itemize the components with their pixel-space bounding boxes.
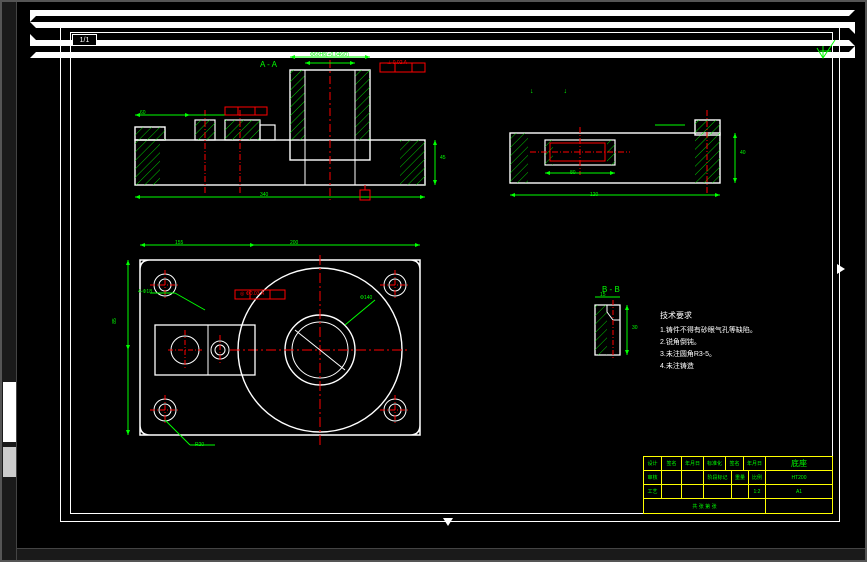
drawing-canvas[interactable]: 1/1 A - A (30, 10, 855, 540)
title-block: 设计 签名 年月日 标准化 签名 年月日 底座 审核 阶段标记 重量 比例 HT… (643, 456, 833, 514)
note-3: 3.未注圆角R3-5。 (660, 349, 757, 361)
tb-sign2: 签名 (726, 457, 744, 470)
tech-notes: 技术要求 1.铸件不得有砂眼气孔等缺陷。 2.锐角倒钝。 3.未注圆角R3-5。… (660, 310, 757, 373)
note-4: 4.未注铸造 (660, 361, 757, 373)
tol-t1: ⊥ 0.02 A (387, 60, 407, 66)
layout-tab-model[interactable] (3, 382, 16, 442)
note-2: 2.锐角倒钝。 (660, 337, 757, 349)
dim-mid-w: 200 (290, 240, 298, 246)
dim-right-h: 40 (740, 150, 746, 156)
dim-r: R20 (195, 442, 204, 448)
tb-proc-lbl: 工艺 (644, 485, 662, 498)
tb-date2: 年月日 (744, 457, 766, 470)
tb-std-lbl: 标准化 (704, 457, 726, 470)
dim-mid-h: 45 (440, 155, 446, 161)
tb-drawing-no: A1 (766, 485, 832, 498)
view-side-section (500, 115, 770, 215)
scrollbar-horizontal[interactable] (17, 548, 865, 560)
dim-bot-w: 340 (260, 192, 268, 198)
dim-det-w: 15 (600, 292, 606, 298)
tb-part-name: 底座 (766, 457, 832, 470)
dim-phi1: Φ140 (360, 295, 372, 301)
tol-t3: ◎ Φ0.03 A (240, 291, 264, 297)
tb-date1: 年月日 (682, 457, 704, 470)
layout-tab-paper[interactable] (3, 447, 16, 477)
view-detail-bb (585, 300, 645, 370)
tb-sheet: 共 张 第 张 (644, 499, 766, 513)
dim-left-w1: 60 (140, 110, 146, 116)
section-arrows-top: ↓↓ (530, 88, 567, 95)
dim-top-w1: Φ60H8(+0.046/0) (310, 52, 349, 58)
tb-check-lbl: 审核 (644, 471, 662, 484)
tb-design-lbl: 设计 (644, 457, 662, 470)
note-1: 1.铸件不得有砂眼气孔等缺陷。 (660, 325, 757, 337)
scrollbar-vertical[interactable] (2, 2, 17, 560)
dim-right-w: 120 (590, 192, 598, 198)
notes-title: 技术要求 (660, 310, 757, 322)
tb-material: HT200 (766, 471, 832, 484)
tb-scale-val: 1:2 (749, 485, 766, 498)
dim-top-h1: 85 (112, 318, 118, 324)
dim-det-h: 30 (632, 325, 638, 331)
dim-bot-w2: 155 (175, 240, 183, 246)
view-plan (120, 235, 460, 465)
tb-weight: 重量 (732, 471, 749, 484)
view-section-aa (120, 65, 440, 215)
cad-viewport: 1/1 A - A (0, 0, 867, 562)
tb-scale-lbl: 比例 (749, 471, 766, 484)
tb-sign1: 签名 (662, 457, 682, 470)
dim-right-d: 80 (570, 170, 576, 176)
tb-stage: 阶段标记 (704, 471, 732, 484)
dim-phi2: 4-Φ18 (138, 289, 152, 295)
